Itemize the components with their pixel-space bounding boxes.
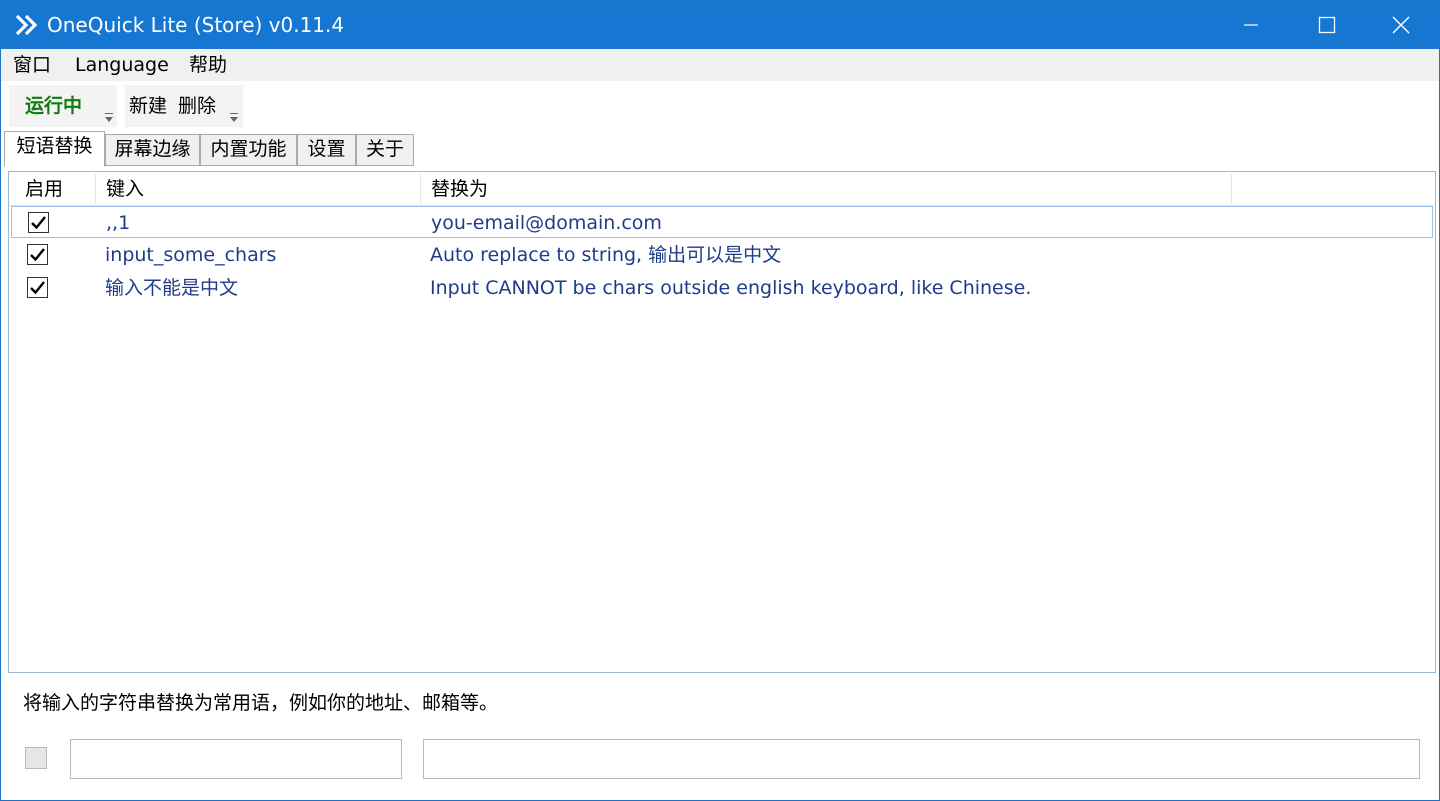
enable-checkbox[interactable]	[27, 244, 48, 265]
row-value: you-email@domain.com	[431, 212, 662, 234]
edit-button-group: 新建 删除	[125, 85, 243, 127]
column-divider[interactable]	[1231, 174, 1232, 204]
column-header-enabled[interactable]: 启用	[17, 172, 63, 206]
maximize-button[interactable]	[1289, 1, 1365, 49]
tab-builtin-features[interactable]: 内置功能	[200, 134, 297, 166]
new-enable-checkbox[interactable]	[25, 747, 47, 769]
menu-bar: 窗口 Language 帮助	[1, 49, 1439, 81]
row-key: input_some_chars	[105, 244, 277, 266]
column-divider[interactable]	[95, 174, 96, 204]
table-row[interactable]: input_some_chars Auto replace to string,…	[11, 239, 1433, 271]
minimize-button[interactable]	[1213, 1, 1289, 49]
checkmark-icon	[31, 216, 46, 230]
enable-checkbox[interactable]	[28, 212, 49, 233]
phrase-table[interactable]: 启用 键入 替换为 ,,1 you-email@domain.com input…	[8, 171, 1436, 673]
tab-screen-edge[interactable]: 屏幕边缘	[105, 134, 200, 166]
running-toggle-button[interactable]: 运行中	[9, 85, 117, 127]
close-icon	[1392, 16, 1410, 34]
checkmark-icon	[30, 248, 45, 262]
dropdown-arrow-icon[interactable]	[230, 113, 238, 122]
key-input[interactable]	[70, 739, 402, 779]
double-chevron-icon	[15, 14, 38, 36]
close-button[interactable]	[1363, 1, 1439, 49]
running-label: 运行中	[25, 95, 83, 117]
menu-help[interactable]: 帮助	[189, 52, 227, 78]
checkmark-icon	[30, 281, 45, 295]
table-header: 启用 键入 替换为	[9, 172, 1435, 206]
row-value: Input CANNOT be chars outside english ke…	[430, 277, 1032, 299]
title-bar[interactable]: OneQuick Lite (Store) v0.11.4	[1, 1, 1439, 49]
row-key: 输入不能是中文	[105, 277, 239, 299]
replace-input[interactable]	[423, 739, 1420, 779]
delete-button[interactable]: 删除	[178, 94, 216, 118]
tab-description: 将输入的字符串替换为常用语，例如你的地址、邮箱等。	[23, 692, 499, 714]
row-key: ,,1	[106, 212, 131, 234]
column-divider[interactable]	[420, 174, 421, 204]
menu-window[interactable]: 窗口	[13, 52, 51, 78]
window-title: OneQuick Lite (Store) v0.11.4	[47, 13, 345, 37]
table-row[interactable]: 输入不能是中文 Input CANNOT be chars outside en…	[11, 272, 1433, 304]
enable-checkbox[interactable]	[27, 277, 48, 298]
new-button[interactable]: 新建	[129, 94, 167, 118]
tab-settings[interactable]: 设置	[297, 134, 356, 166]
table-row[interactable]: ,,1 you-email@domain.com	[11, 206, 1433, 238]
app-window: OneQuick Lite (Store) v0.11.4 窗口 Languag…	[0, 0, 1440, 801]
menu-language[interactable]: Language	[75, 52, 169, 78]
row-value: Auto replace to string, 输出可以是中文	[430, 244, 782, 266]
minimize-icon	[1244, 24, 1258, 26]
tab-phrase-replace[interactable]: 短语替换	[4, 131, 105, 167]
tab-about[interactable]: 关于	[356, 134, 414, 166]
column-header-key[interactable]: 键入	[98, 172, 144, 206]
column-header-replace[interactable]: 替换为	[423, 172, 488, 206]
maximize-icon	[1318, 16, 1336, 34]
dropdown-arrow-icon[interactable]	[105, 113, 113, 122]
